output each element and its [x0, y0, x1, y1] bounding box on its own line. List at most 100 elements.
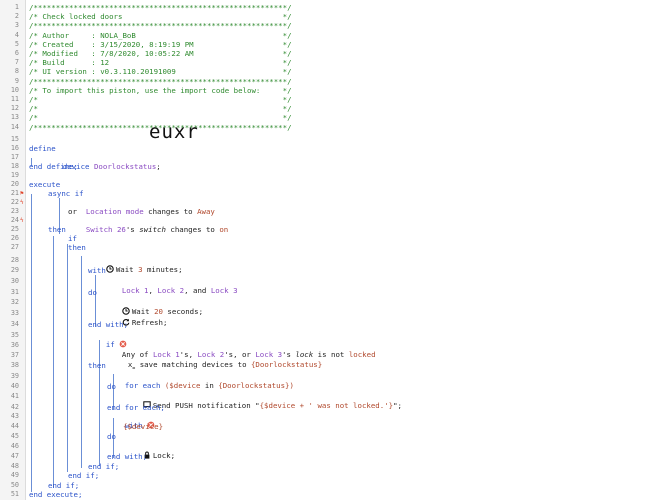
code-line: end with; — [107, 452, 148, 461]
code-line: end with; — [88, 320, 129, 329]
code-line: then — [68, 243, 86, 252]
comment-line: /***************************************… — [29, 76, 292, 86]
code-line[interactable]: Wait 20 seconds; — [104, 298, 203, 316]
trigger-icon: ϟ — [20, 217, 24, 224]
line-number: 50 — [10, 481, 19, 489]
trigger-icon: ⚑ — [20, 190, 24, 197]
line-number: 42 — [10, 403, 19, 411]
comment-line: /* To import this piston, use the import… — [29, 85, 292, 95]
code-line[interactable]: with — [107, 412, 157, 430]
code-line: then — [48, 225, 66, 234]
code-line[interactable]: Wait 3 minutes; — [88, 256, 183, 274]
code-line: or — [68, 207, 77, 216]
line-number: 38 — [10, 361, 19, 369]
line-number: 35 — [10, 331, 19, 339]
code-line[interactable]: for each ($device in {Doorlockstatus}) — [107, 372, 294, 390]
line-number: 17 — [10, 153, 19, 161]
line-number: 24 — [10, 216, 19, 224]
code-line: end if; — [48, 481, 80, 490]
comment-line: /* Build : 12 */ — [29, 58, 292, 68]
line-number: 46 — [10, 442, 19, 450]
code-line[interactable]: Any of Lock 1's, Lock 2's, or Lock 3's l… — [104, 341, 376, 359]
line-number: 40 — [10, 382, 19, 390]
code-line[interactable]: with — [88, 266, 106, 275]
line-number: 49 — [10, 471, 19, 479]
if-guide — [67, 244, 68, 472]
line-number: 29 — [10, 266, 19, 274]
line-number: 47 — [10, 452, 19, 460]
clock-icon — [106, 265, 114, 273]
code-line[interactable]: x= save matching devices to {Doorlocksta… — [110, 351, 322, 371]
code-line: then — [88, 361, 106, 370]
line-number: 16 — [10, 144, 19, 152]
line-number: 41 — [10, 392, 19, 400]
code-line: end for each; — [107, 403, 165, 412]
code-line[interactable]: Location mode changes to Away — [68, 198, 215, 216]
line-number: 32 — [10, 298, 19, 306]
line-number: 27 — [10, 243, 19, 251]
code-line: do — [107, 382, 116, 391]
line-number: 43 — [10, 412, 19, 420]
code-line[interactable]: {$device} — [123, 422, 163, 431]
line-number: 18 — [10, 162, 19, 170]
code-line: end if; — [88, 462, 120, 471]
comment-line: /* Check locked doors */ — [29, 12, 292, 22]
code-line: end define; — [29, 162, 78, 171]
line-number: 21 — [10, 189, 19, 197]
line-number: 37 — [10, 351, 19, 359]
line-number: 36 — [10, 341, 19, 349]
line-number: 5 — [14, 39, 19, 48]
line-number: 45 — [10, 432, 19, 440]
line-number: 9 — [14, 76, 19, 85]
line-number: 12 — [10, 104, 19, 113]
trigger-icon: ϟ — [20, 199, 24, 206]
line-number: 44 — [10, 422, 19, 430]
code-line: end if; — [68, 471, 100, 480]
execute-guide — [31, 194, 32, 492]
comment-line: /* */ — [29, 104, 292, 114]
line-number: 26 — [10, 234, 19, 242]
comment-line: /* UI version : v0.3.110.20191009 */ — [29, 67, 292, 77]
line-number: 15 — [10, 135, 19, 143]
comment-line: /***************************************… — [29, 21, 292, 31]
line-number: 28 — [10, 256, 19, 264]
code-line: define — [29, 144, 56, 153]
line-number: 22 — [10, 198, 19, 206]
line-number: 30 — [10, 277, 19, 285]
code-line: end execute; — [29, 490, 83, 499]
code-line[interactable]: if — [88, 331, 129, 349]
line-number: 39 — [10, 372, 19, 380]
line-number: 51 — [10, 490, 19, 498]
line-number: 1 — [14, 3, 19, 11]
comment-line: /* Created : 3/15/2020, 8:19:19 PM */ — [29, 39, 292, 49]
line-number: 31 — [10, 288, 19, 296]
import-code[interactable]: euxr — [149, 121, 199, 143]
code-line: execute — [29, 180, 61, 189]
if2-guide — [99, 340, 100, 466]
comment-line: /***************************************… — [29, 3, 292, 12]
line-number: 7 — [14, 58, 19, 67]
code-line[interactable]: Send PUSH notification "{$device + ' was… — [125, 392, 402, 410]
line-number: 10 — [10, 85, 19, 94]
code-line[interactable]: async if — [48, 189, 84, 198]
line-number: 48 — [10, 462, 19, 470]
code-line: device Doorlockstatus; — [62, 162, 161, 171]
variable-icon: x= — [127, 360, 136, 372]
line-number: 8 — [14, 67, 19, 76]
line-number: 13 — [10, 113, 19, 122]
line-number: 23 — [10, 207, 19, 215]
code-line[interactable]: if — [68, 234, 77, 243]
piston-code-view: 1 /**************************************… — [0, 0, 646, 500]
code-line[interactable]: Lock 1, Lock 2, and Lock 3 — [104, 277, 238, 295]
line-number: 20 — [10, 180, 19, 188]
comment-line: /* Author : NOLA_BoB */ — [29, 30, 292, 40]
comment-line: /* */ — [29, 95, 292, 104]
line-number: 14 — [10, 122, 19, 131]
code-line[interactable]: Switch 26's switch changes to on — [68, 216, 228, 234]
comment-line: /* Modified : 7/8/2020, 10:05:22 AM */ — [29, 49, 292, 58]
code-line[interactable]: Refresh; — [104, 309, 167, 327]
code-line: do — [88, 288, 97, 297]
line-number: 2 — [14, 12, 19, 21]
line-number: 3 — [14, 21, 19, 30]
code-line[interactable]: Lock; — [125, 442, 175, 460]
